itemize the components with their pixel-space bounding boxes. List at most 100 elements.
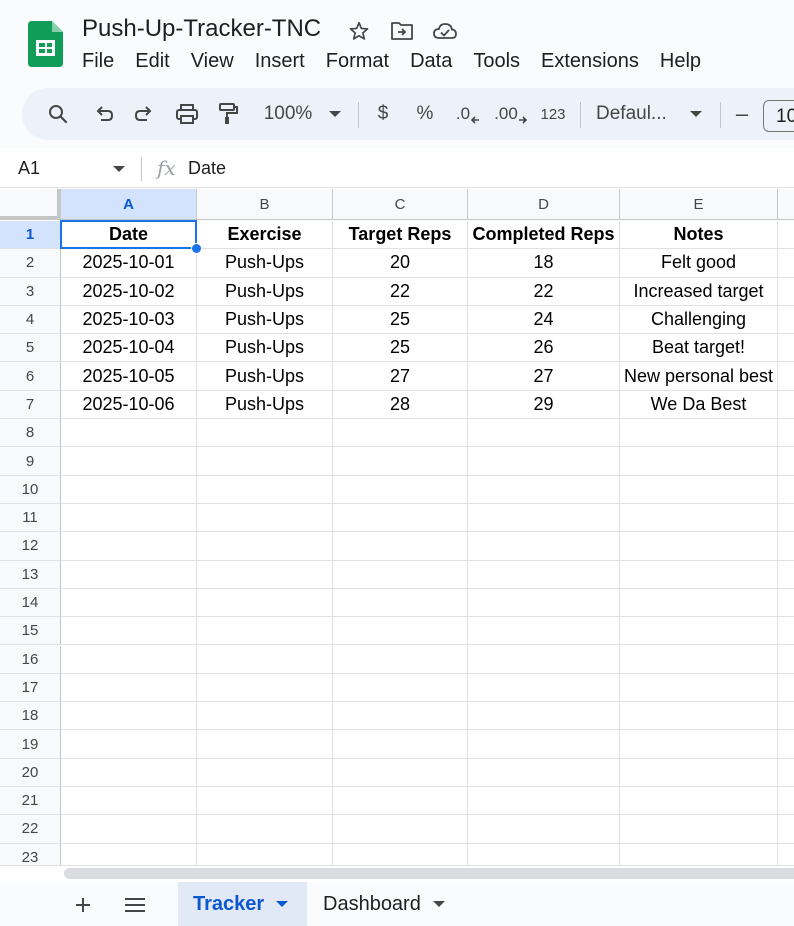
table-cell[interactable]: 2025-10-01 bbox=[61, 249, 197, 278]
row-header-22[interactable]: 22 bbox=[0, 815, 61, 844]
empty-cell[interactable] bbox=[61, 532, 197, 561]
format-as-currency-button[interactable]: $ bbox=[372, 88, 394, 140]
empty-cell[interactable] bbox=[197, 702, 333, 731]
empty-cell[interactable] bbox=[61, 617, 197, 646]
empty-cell[interactable] bbox=[468, 815, 620, 844]
row-header-19[interactable]: 19 bbox=[0, 730, 61, 759]
empty-cell[interactable] bbox=[620, 504, 778, 533]
empty-cell[interactable] bbox=[197, 617, 333, 646]
search-menus-icon[interactable] bbox=[44, 88, 72, 140]
table-cell[interactable]: 25 bbox=[333, 305, 468, 335]
empty-cell[interactable] bbox=[333, 588, 468, 618]
cloud-saved-icon[interactable] bbox=[432, 18, 458, 44]
empty-cell[interactable] bbox=[61, 702, 197, 731]
empty-cell[interactable] bbox=[61, 419, 197, 448]
empty-cell[interactable] bbox=[620, 588, 778, 618]
table-cell[interactable]: 18 bbox=[468, 249, 620, 278]
empty-cell[interactable] bbox=[778, 504, 794, 533]
empty-cell[interactable] bbox=[61, 673, 197, 703]
header-cell[interactable]: Exercise bbox=[197, 221, 333, 250]
empty-cell[interactable] bbox=[61, 645, 197, 674]
empty-cell[interactable] bbox=[197, 588, 333, 618]
empty-cell[interactable] bbox=[333, 673, 468, 703]
empty-cell[interactable] bbox=[620, 617, 778, 646]
empty-cell[interactable] bbox=[468, 843, 620, 865]
empty-cell[interactable] bbox=[468, 447, 620, 476]
row-header-14[interactable]: 14 bbox=[0, 588, 61, 618]
empty-cell[interactable] bbox=[620, 815, 778, 844]
table-cell[interactable]: 28 bbox=[333, 390, 468, 420]
empty-cell[interactable] bbox=[333, 702, 468, 731]
empty-cell[interactable] bbox=[333, 617, 468, 646]
empty-cell[interactable] bbox=[468, 560, 620, 589]
menu-insert[interactable]: Insert bbox=[255, 48, 315, 74]
empty-cell[interactable] bbox=[61, 843, 197, 865]
column-header-a[interactable]: A bbox=[61, 189, 197, 220]
star-icon[interactable] bbox=[346, 18, 372, 44]
table-cell[interactable]: Push-Ups bbox=[197, 249, 333, 278]
empty-cell[interactable] bbox=[778, 787, 794, 816]
table-cell[interactable]: Challenging bbox=[620, 305, 778, 335]
empty-cell[interactable] bbox=[468, 504, 620, 533]
header-cell[interactable]: Notes bbox=[620, 221, 778, 250]
table-cell[interactable]: 2025-10-02 bbox=[61, 277, 197, 306]
row-header-15[interactable]: 15 bbox=[0, 617, 61, 646]
font-size-input[interactable]: 10 bbox=[763, 100, 794, 132]
move-to-folder-icon[interactable] bbox=[389, 18, 415, 44]
row-header-2[interactable]: 2 bbox=[0, 249, 61, 278]
empty-cell[interactable] bbox=[197, 673, 333, 703]
empty-cell[interactable] bbox=[197, 843, 333, 865]
row-header-23[interactable]: 23 bbox=[0, 843, 61, 865]
table-cell[interactable]: Beat target! bbox=[620, 334, 778, 363]
font-select[interactable]: Defaul... bbox=[596, 88, 682, 140]
empty-cell[interactable] bbox=[333, 475, 468, 504]
empty-cell[interactable] bbox=[61, 787, 197, 816]
menu-view[interactable]: View bbox=[191, 48, 244, 74]
empty-cell[interactable] bbox=[333, 730, 468, 759]
menu-help[interactable]: Help bbox=[660, 48, 711, 74]
empty-cell[interactable] bbox=[468, 787, 620, 816]
empty-cell[interactable] bbox=[333, 843, 468, 865]
empty-cell[interactable] bbox=[778, 306, 794, 335]
empty-cell[interactable] bbox=[778, 702, 794, 731]
table-cell[interactable]: Felt good bbox=[620, 249, 778, 278]
print-icon[interactable] bbox=[172, 88, 202, 140]
empty-cell[interactable] bbox=[333, 560, 468, 589]
menu-data[interactable]: Data bbox=[410, 48, 462, 74]
row-header-20[interactable]: 20 bbox=[0, 758, 61, 787]
empty-cell[interactable] bbox=[778, 221, 794, 250]
empty-cell[interactable] bbox=[778, 334, 794, 363]
empty-cell[interactable] bbox=[468, 475, 620, 504]
table-cell[interactable]: 27 bbox=[333, 362, 468, 391]
row-header-4[interactable]: 4 bbox=[0, 305, 61, 335]
empty-cell[interactable] bbox=[197, 758, 333, 787]
menu-edit[interactable]: Edit bbox=[135, 48, 179, 74]
empty-cell[interactable] bbox=[61, 560, 197, 589]
chevron-down-icon[interactable] bbox=[432, 900, 445, 908]
empty-cell[interactable] bbox=[620, 475, 778, 504]
empty-cell[interactable] bbox=[468, 419, 620, 448]
name-box-chevron-down-icon[interactable] bbox=[113, 160, 125, 178]
table-cell[interactable]: 22 bbox=[333, 277, 468, 306]
empty-cell[interactable] bbox=[333, 645, 468, 674]
empty-cell[interactable] bbox=[778, 532, 794, 561]
sheet-tab-dashboard[interactable]: Dashboard bbox=[308, 882, 458, 926]
empty-cell[interactable] bbox=[778, 447, 794, 476]
empty-cell[interactable] bbox=[620, 560, 778, 589]
empty-cell[interactable] bbox=[468, 730, 620, 759]
row-header-11[interactable]: 11 bbox=[0, 504, 61, 533]
empty-cell[interactable] bbox=[778, 617, 794, 646]
font-chevron-down-icon[interactable] bbox=[686, 88, 706, 140]
empty-cell[interactable] bbox=[778, 278, 794, 306]
row-header-6[interactable]: 6 bbox=[0, 362, 61, 391]
empty-cell[interactable] bbox=[620, 532, 778, 561]
column-header-b[interactable]: B bbox=[197, 189, 333, 220]
empty-cell[interactable] bbox=[468, 702, 620, 731]
table-cell[interactable]: 22 bbox=[468, 277, 620, 306]
decrease-decimal-button[interactable]: .0 bbox=[452, 88, 484, 140]
empty-cell[interactable] bbox=[620, 758, 778, 787]
horizontal-scrollbar[interactable] bbox=[0, 865, 794, 881]
empty-cell[interactable] bbox=[61, 475, 197, 504]
chevron-down-icon[interactable] bbox=[276, 900, 289, 908]
empty-cell[interactable] bbox=[61, 730, 197, 759]
